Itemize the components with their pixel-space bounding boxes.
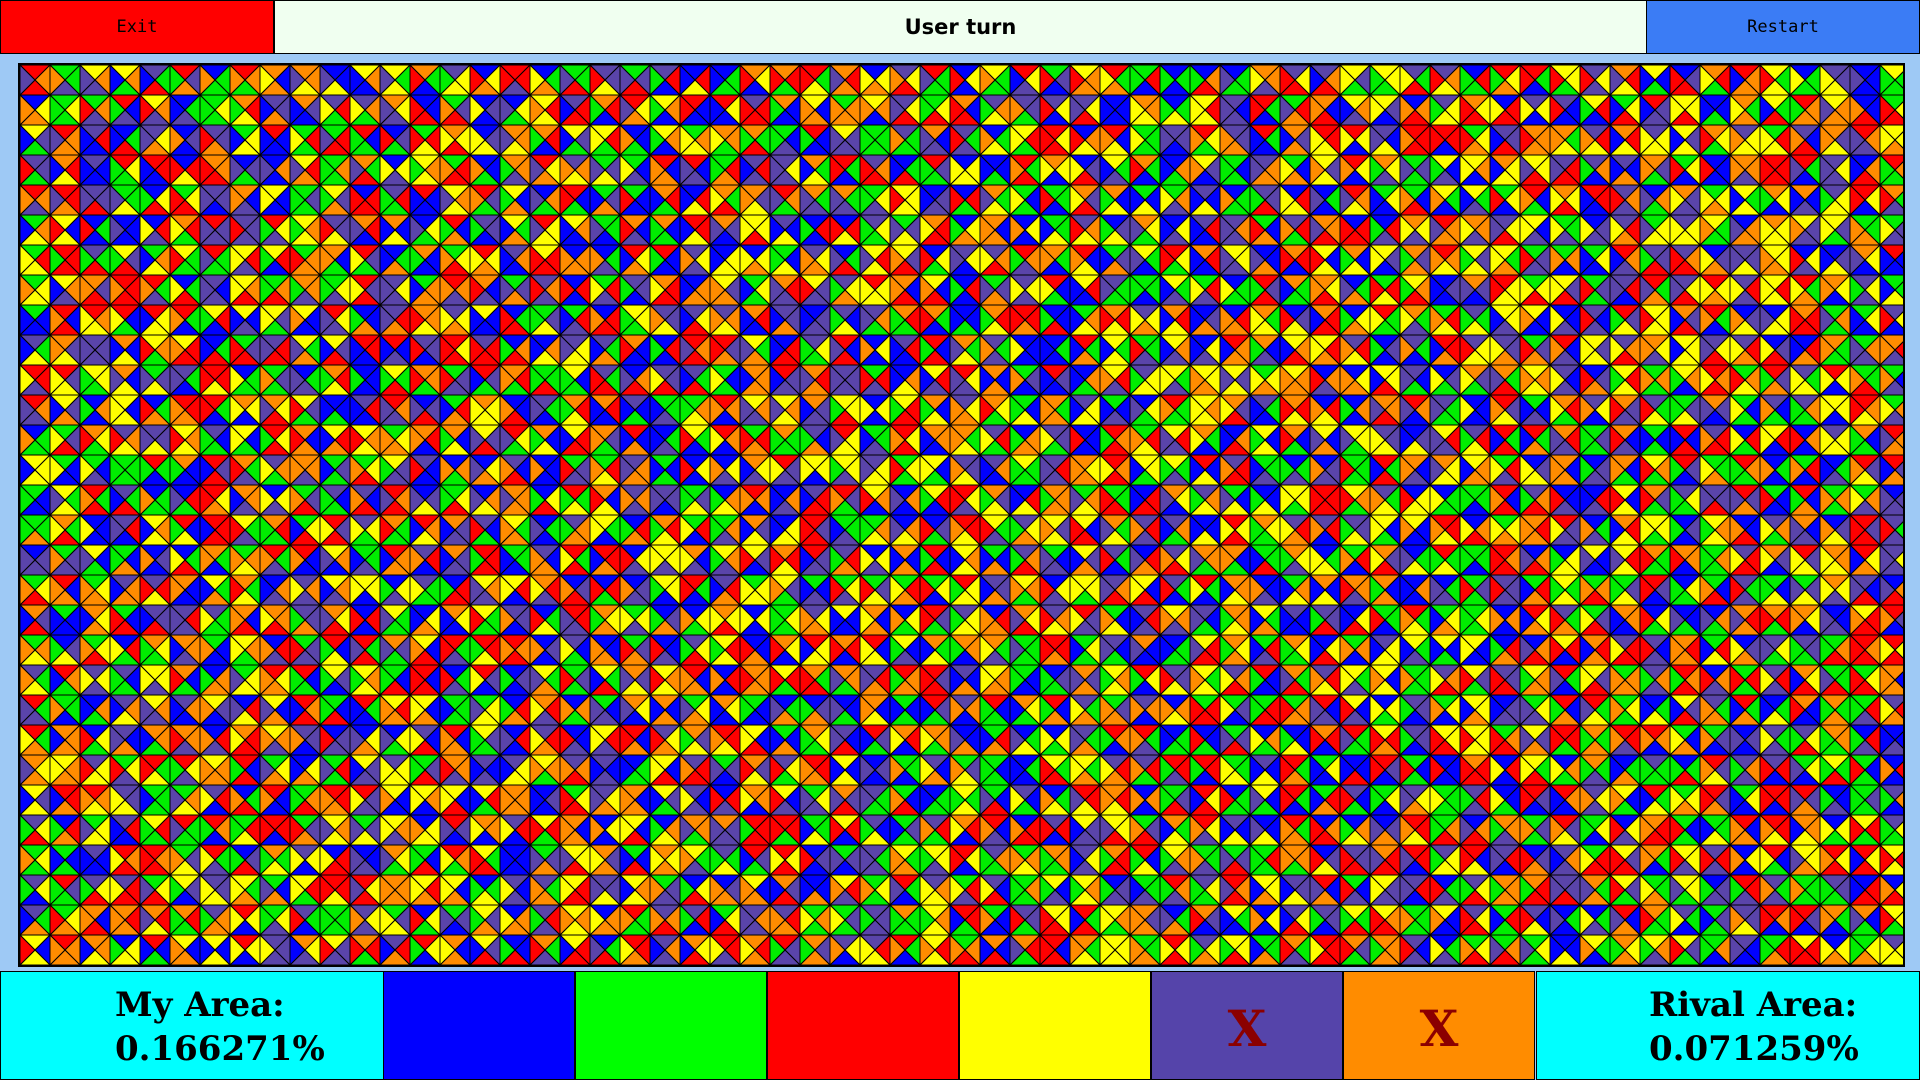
restart-button[interactable]: Restart bbox=[1646, 0, 1920, 54]
top-toolbar: Exit User turn Restart bbox=[0, 0, 1920, 54]
turn-status: User turn bbox=[274, 0, 1647, 54]
exit-button[interactable]: Exit bbox=[0, 0, 274, 54]
triangle-grid[interactable] bbox=[20, 65, 1903, 965]
game-board[interactable] bbox=[18, 63, 1905, 967]
